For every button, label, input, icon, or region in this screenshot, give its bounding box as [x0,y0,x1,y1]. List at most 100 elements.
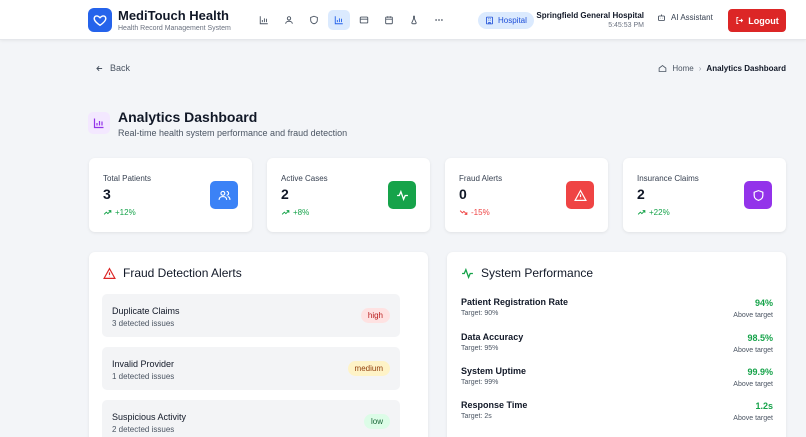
stat-change: +12% [103,208,136,217]
ai-assistant-label: AI Assistant [671,13,713,22]
user-icon[interactable] [278,10,300,30]
metric-target: Target: 90% [461,310,499,317]
breadcrumb-home[interactable]: Home [672,64,693,73]
fraud-detection-panel: Fraud Detection Alerts Duplicate Claims … [89,252,428,437]
panel-title: Fraud Detection Alerts [103,266,242,280]
page-title: Analytics Dashboard [118,109,258,125]
activity-icon [388,181,416,209]
calendar-icon[interactable] [378,10,400,30]
performance-metric: System Uptime Target: 99% 99.9% Above ta… [461,366,773,396]
metric-target: Target: 99% [461,379,499,386]
stat-change: +8% [281,208,309,217]
stat-label: Insurance Claims [637,174,699,183]
warning-icon [103,266,116,279]
stat-card-insurance-claims: Insurance Claims 2 +22% [623,158,786,232]
panel-title: System Performance [461,266,593,280]
severity-badge: medium [347,361,390,376]
shield-icon [744,181,772,209]
breadcrumb: Home › Analytics Dashboard [658,64,786,73]
bar-chart-icon[interactable] [253,10,275,30]
app-title: MediTouch Health [118,8,229,23]
metric-name: System Uptime [461,366,527,376]
performance-metric: Patient Registration Rate Target: 90% 94… [461,297,773,327]
card-icon[interactable] [353,10,375,30]
back-label: Back [110,63,131,73]
logout-label: Logout [748,15,779,26]
alert-name: Invalid Provider [112,359,175,369]
performance-metric: Data Accuracy Target: 95% 98.5% Above ta… [461,332,773,362]
trend-up-icon [281,210,290,215]
analytics-icon[interactable] [328,10,350,30]
home-icon [659,64,667,72]
stat-change: +22% [637,208,670,217]
alert-count: 2 detected issues [112,425,175,434]
metric-value: 99.9% [747,367,773,377]
metric-note: Above target [733,312,773,319]
stat-card-fraud-alerts: Fraud Alerts 0 -15% [445,158,608,232]
stat-change-value: +8% [293,208,310,217]
hospital-badge-label: Hospital [498,16,527,25]
metric-note: Above target [733,415,773,422]
activity-icon [462,267,473,279]
performance-panel-title: System Performance [481,266,594,280]
breadcrumb-current: Analytics Dashboard [706,64,786,73]
fraud-alert-item[interactable]: Suspicious Activity 2 detected issues lo… [102,400,400,437]
alert-count: 3 detected issues [112,319,175,328]
stat-change-value: +22% [649,208,670,217]
hospital-name: Springfield General Hospital [536,11,644,20]
metric-value: 1.2s [755,401,773,411]
alert-name: Suspicious Activity [112,412,187,422]
alert-count: 1 detected issues [112,372,175,381]
fraud-alert-item[interactable]: Duplicate Claims 3 detected issues high [102,294,400,337]
metric-target: Target: 95% [461,345,499,352]
logout-button[interactable]: Logout [728,9,786,32]
stat-value: 3 [103,186,111,202]
building-icon [486,16,493,25]
metric-value: 98.5% [747,333,773,343]
users-icon [210,181,238,209]
page-subtitle: Real-time health system performance and … [118,128,348,138]
app-subtitle: Health Record Management System [118,25,231,32]
metric-name: Response Time [461,400,528,410]
bot-icon [658,14,665,21]
stat-change-value: -15% [471,208,490,217]
performance-metric: Response Time Target: 2s 1.2s Above targ… [461,400,773,430]
warning-icon [566,181,594,209]
metric-value: 94% [754,298,773,308]
ai-assistant-button[interactable]: AI Assistant [657,13,713,22]
logout-icon [736,17,744,24]
main-nav [253,10,450,30]
metric-note: Above target [733,381,773,388]
stat-label: Fraud Alerts [459,174,503,183]
trend-up-icon [637,210,646,215]
stat-label: Active Cases [281,174,328,183]
arrow-left-icon [96,65,103,71]
system-performance-panel: System Performance Patient Registration … [447,252,786,437]
stat-value: 2 [637,186,645,202]
severity-badge: high [360,308,390,323]
stat-value: 0 [459,186,467,202]
fraud-alert-item[interactable]: Invalid Provider 1 detected issues mediu… [102,347,400,390]
metric-note: Above target [733,347,773,354]
fraud-panel-title: Fraud Detection Alerts [123,266,242,280]
flask-icon[interactable] [403,10,425,30]
chart-title-icon [88,112,110,134]
trend-up-icon [103,210,112,215]
metric-name: Data Accuracy [461,332,524,342]
stat-change-value: +12% [115,208,136,217]
metric-target: Target: 2s [461,413,492,420]
alert-name: Duplicate Claims [112,306,180,316]
chevron-right-icon: › [698,64,702,73]
stat-label: Total Patients [103,174,152,183]
trend-down-icon [459,210,468,215]
heart-logo-icon[interactable] [88,8,112,32]
stat-change: -15% [459,208,490,217]
top-header: MediTouch Health Health Record Managemen… [0,0,806,40]
shield-icon[interactable] [303,10,325,30]
stat-value: 2 [281,186,289,202]
current-time: 5:45:53 PM [608,22,644,29]
more-icon[interactable] [428,10,450,30]
hospital-badge: Hospital [478,12,534,29]
stat-card-total-patients: Total Patients 3 +12% [89,158,252,232]
back-button[interactable]: Back [95,63,130,73]
